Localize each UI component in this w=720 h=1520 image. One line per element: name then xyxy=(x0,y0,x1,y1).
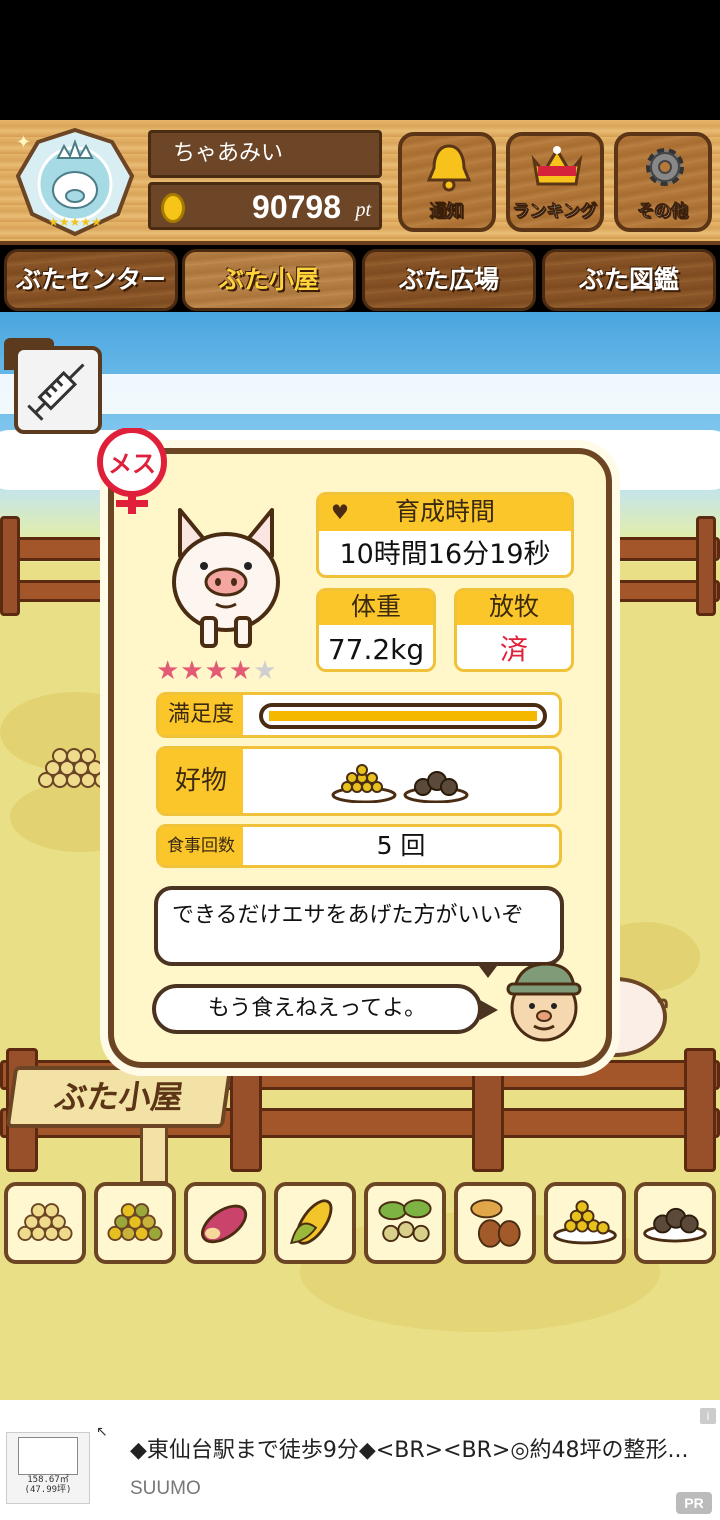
favorite-label: 好物 xyxy=(159,749,243,813)
pig-portrait[interactable] xyxy=(160,500,292,652)
satisfaction-bar xyxy=(259,703,547,729)
fence-post xyxy=(472,1052,504,1172)
mixed-pellets-icon xyxy=(107,1203,163,1242)
food-pile-icon xyxy=(38,748,110,788)
notification-button[interactable]: 通知 xyxy=(398,132,496,232)
svg-text:✦: ✦ xyxy=(16,132,31,153)
grazing-label: 放牧 xyxy=(457,591,571,625)
svg-text:★★★★★: ★★★★★ xyxy=(48,215,102,229)
sign-post xyxy=(140,1120,168,1184)
growth-time-value: 10時間16分19秒 xyxy=(339,539,551,570)
satisfaction-bar-fill xyxy=(269,711,537,721)
gear-icon xyxy=(646,148,684,186)
tab-buta-center[interactable]: ぶたセンター xyxy=(4,249,178,311)
ranking-button-label: ランキング xyxy=(512,202,598,223)
meals-value: 5 回 xyxy=(376,831,426,860)
grazing-box: 放牧 済 xyxy=(454,588,574,672)
shed-sign: ぶた小屋 xyxy=(5,1066,233,1128)
weight-label: 体重 xyxy=(319,591,433,625)
cloud xyxy=(0,374,720,414)
weight-value: 77.2kg xyxy=(327,633,425,666)
food-slot[interactable] xyxy=(544,1182,626,1264)
corn-plate-icon xyxy=(553,1200,617,1245)
other-button-label: その他 xyxy=(637,202,689,223)
ad-title[interactable]: ◆東仙台駅まで徒歩9分◆<BR><BR>◎約48坪の整形... xyxy=(130,1432,710,1464)
player-name: ちゃあみい xyxy=(148,130,382,178)
tab-buta-plaza[interactable]: ぶた広場 xyxy=(362,249,536,311)
syringe-icon xyxy=(27,363,85,421)
farmer-avatar xyxy=(506,962,582,1042)
pellets-icon xyxy=(17,1203,73,1242)
ad-source: SUUMO xyxy=(130,1478,201,1499)
heart-icon: ♥ xyxy=(331,500,349,524)
ad-info-icon[interactable]: i xyxy=(700,1408,716,1424)
tab-buta-encyclopedia[interactable]: ぶた図鑑 xyxy=(542,249,716,311)
points-value: 90798 xyxy=(252,189,341,225)
growth-time-box: ♥ 育成時間 10時間16分19秒 xyxy=(316,492,574,578)
weight-box: 体重 77.2kg xyxy=(316,588,436,672)
status-bar xyxy=(0,0,720,120)
acorn-icon xyxy=(470,1199,521,1248)
fence-post xyxy=(230,1052,262,1172)
gender-label: メス xyxy=(108,450,156,478)
satisfaction-row: 満足度 xyxy=(156,692,562,738)
meatball-plate-icon xyxy=(643,1207,707,1243)
tab-buta-shed[interactable]: ぶた小屋 xyxy=(182,249,356,311)
fence-post xyxy=(684,1048,716,1172)
bell-icon xyxy=(426,144,472,192)
growth-time-label: 育成時間 xyxy=(394,497,495,526)
food-slot[interactable] xyxy=(4,1182,86,1264)
ad-floorplan-image xyxy=(18,1437,78,1475)
food-slot[interactable] xyxy=(364,1182,446,1264)
crown-icon xyxy=(531,146,583,186)
corn-pellets-icon xyxy=(331,764,397,803)
food-slot[interactable] xyxy=(94,1182,176,1264)
corn-icon xyxy=(290,1199,333,1245)
other-button[interactable]: その他 xyxy=(614,132,712,232)
meals-label: 食事回数 xyxy=(159,827,243,865)
cursor-icon: ↖ xyxy=(96,1424,108,1440)
fence-post xyxy=(0,516,20,616)
food-slot[interactable] xyxy=(274,1182,356,1264)
satisfaction-label: 満足度 xyxy=(159,695,243,735)
dark-balls-icon xyxy=(403,771,469,803)
food-slot[interactable] xyxy=(454,1182,536,1264)
notification-button-label: 通知 xyxy=(430,202,465,223)
points-unit: pt xyxy=(355,199,371,221)
sweet-potato-icon xyxy=(201,1204,248,1244)
reply-bubble: もう食えねえってよ。 xyxy=(152,984,482,1034)
advice-bubble: できるだけエサをあげた方がいいぞ xyxy=(154,886,564,966)
fence-post xyxy=(696,516,716,616)
coin-icon xyxy=(161,193,185,223)
leafy-nuts-icon xyxy=(378,1199,432,1242)
ad-thumb-text: 158.67㎡ (47.99坪) xyxy=(24,1475,72,1495)
grazing-value: 済 xyxy=(499,633,528,666)
ad-pr-badge: PR xyxy=(676,1492,712,1514)
food-slot[interactable] xyxy=(634,1182,716,1264)
points-display: 90798 pt xyxy=(148,182,382,230)
food-slot[interactable] xyxy=(184,1182,266,1264)
syringe-item-button[interactable] xyxy=(14,346,102,434)
favorite-row: 好物 xyxy=(156,746,562,816)
pig-rank-stars: ★★★★★ xyxy=(156,656,278,686)
meals-row: 食事回数 5 回 xyxy=(156,824,562,868)
ad-thumbnail[interactable]: 158.67㎡ (47.99坪) xyxy=(6,1432,90,1504)
player-rank-badge-icon[interactable]: ★★★★★ ✦ xyxy=(14,128,136,238)
ranking-button[interactable]: ランキング xyxy=(506,132,604,232)
